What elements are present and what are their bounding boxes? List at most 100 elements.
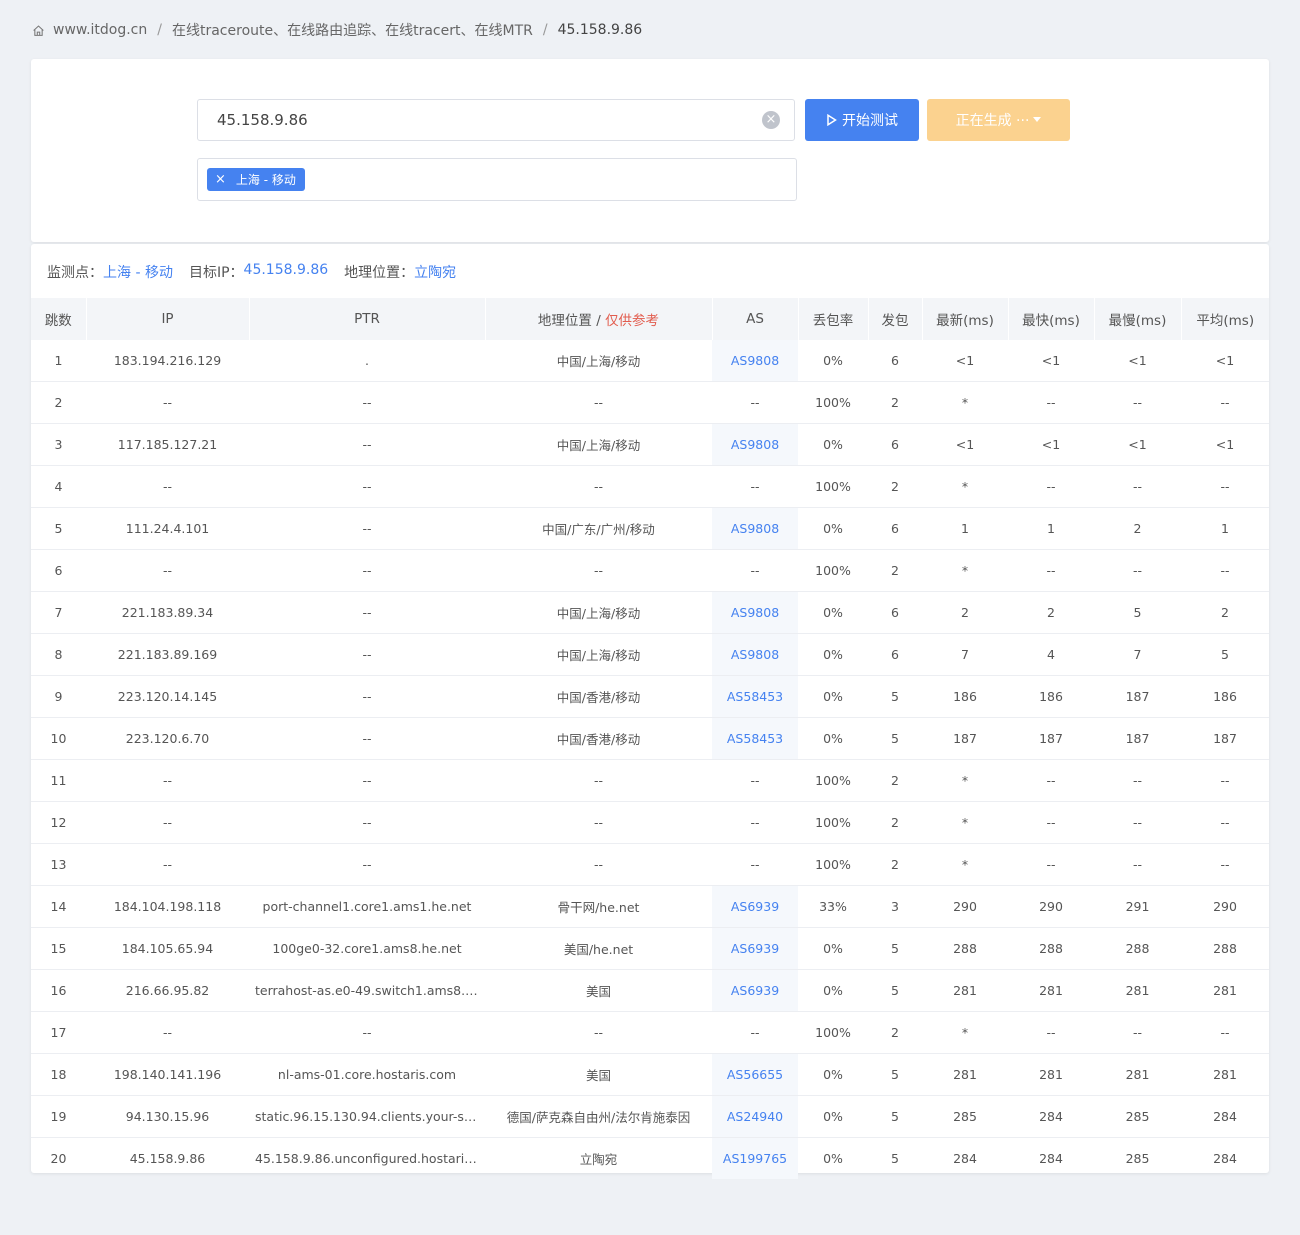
cell-as[interactable]: AS24940 [712, 1095, 798, 1138]
cell-loss: 0% [798, 1053, 868, 1096]
cell-worst: -- [1094, 759, 1181, 802]
cell-ptr: -- [249, 465, 485, 508]
cell-avg: -- [1181, 465, 1269, 508]
cell-as[interactable]: AS9808 [712, 633, 798, 676]
cell-avg: 2 [1181, 591, 1269, 634]
cell-sent: 5 [868, 675, 922, 718]
cell-last: 285 [922, 1095, 1008, 1138]
home-icon [33, 24, 44, 36]
cell-sent: 2 [868, 759, 922, 802]
cell-as: -- [712, 465, 798, 508]
cell-last: 1 [922, 507, 1008, 550]
cell-best: 288 [1008, 927, 1094, 970]
breadcrumb-current: 45.158.9.86 [557, 22, 643, 38]
cell-best: 4 [1008, 633, 1094, 676]
cell-as[interactable]: AS6939 [712, 927, 798, 970]
cell-as[interactable]: AS199765 [712, 1137, 798, 1179]
cell-worst: 2 [1094, 507, 1181, 550]
cell-last: 187 [922, 717, 1008, 760]
geo-value[interactable]: 立陶宛 [414, 262, 456, 282]
target-value[interactable]: 45.158.9.86 [244, 262, 329, 282]
cell-sent: 2 [868, 465, 922, 508]
cell-as[interactable]: AS58453 [712, 717, 798, 760]
cell-geo: -- [485, 549, 712, 592]
cell-loss: 100% [798, 549, 868, 592]
cell-as[interactable]: AS9808 [712, 591, 798, 634]
cell-ip: 198.140.141.196 [86, 1053, 249, 1096]
cell-as: -- [712, 759, 798, 802]
cell-ptr: -- [249, 507, 485, 550]
query-panel: 45.158.9.86 × 开始测试 正在生成 ··· × 上海 - 移动 [31, 59, 1269, 242]
cell-ptr: 100ge0-32.core1.ams8.he.net [249, 927, 485, 970]
cell-best: 284 [1008, 1095, 1094, 1138]
cell-geo: 中国/广东/广州/移动 [485, 507, 712, 550]
cell-ptr: nl-ams-01.core.hostaris.com [249, 1053, 485, 1096]
cell-sent: 6 [868, 633, 922, 676]
cell-avg: 290 [1181, 885, 1269, 928]
target-input[interactable]: 45.158.9.86 × [197, 99, 795, 141]
cell-avg: 284 [1213, 1151, 1237, 1166]
cell-ip: 223.120.14.145 [86, 675, 249, 718]
monitor-label: 监测点： [47, 265, 103, 281]
cell-hop: 14 [31, 885, 86, 928]
cell-hop: 16 [31, 969, 86, 1012]
cell-ip: 94.130.15.96 [86, 1095, 249, 1138]
cell-as[interactable]: AS6939 [712, 969, 798, 1012]
cell-as: -- [712, 1011, 798, 1054]
cell-last: * [922, 549, 1008, 592]
cell-sent: 5 [868, 1053, 922, 1096]
cell-best: 2 [1008, 591, 1094, 634]
cell-sent: 5 [891, 1151, 899, 1166]
cell-last: * [922, 843, 1008, 886]
cell-sent: 5 [868, 969, 922, 1012]
cell-ptr: -- [249, 843, 485, 886]
result-panel: 监测点： 上海 - 移动 目标IP： 45.158.9.86 地理位置： 立陶宛… [31, 244, 1269, 1179]
cell-best: 187 [1008, 717, 1094, 760]
play-icon [827, 114, 837, 126]
cell-as: -- [712, 801, 798, 844]
cell-best: -- [1008, 465, 1094, 508]
cell-hop: 5 [31, 507, 86, 550]
table-body: 1 183.194.216.129. 中国/上海/移动 AS9808 0% 6 <1 <1 <1… [31, 340, 1269, 1179]
start-test-button[interactable]: 开始测试 [805, 99, 919, 141]
generating-button[interactable]: 正在生成 ··· [927, 99, 1070, 141]
cell-loss: 0% [798, 969, 868, 1012]
cell-ip: -- [86, 381, 249, 424]
cell-hop: 19 [31, 1095, 86, 1138]
cell-worst: -- [1094, 843, 1181, 886]
close-icon[interactable]: × [215, 172, 226, 187]
col-last: 最新(ms) [922, 298, 1009, 340]
cell-loss: 100% [798, 465, 868, 508]
cell-ip: -- [86, 549, 249, 592]
cell-as[interactable]: AS58453 [712, 675, 798, 718]
cell-best: -- [1008, 801, 1094, 844]
clear-icon[interactable]: × [762, 111, 780, 129]
table-row: 3 117.185.127.21 -- 中国/上海/移动 AS9808 0% 6 <1 <1 <1… [31, 423, 1269, 466]
cell-best: -- [1008, 843, 1094, 886]
cell-ptr: -- [249, 633, 485, 676]
cell-as[interactable]: AS9808 [712, 340, 798, 382]
cell-avg: 284 [1181, 1095, 1269, 1138]
col-geo-note: 仅供参考 [605, 313, 660, 329]
cell-loss: 0% [798, 423, 868, 466]
cell-worst: 285 [1125, 1151, 1150, 1166]
cell-ip: -- [86, 465, 249, 508]
cell-as[interactable]: AS9808 [712, 423, 798, 466]
col-worst: 最慢(ms) [1094, 298, 1182, 340]
cell-worst: 5 [1094, 591, 1181, 634]
cell-ptr: terrahost-as.e0-49.switch1.ams8.he.... [249, 969, 485, 1012]
breadcrumb-tool-link[interactable]: 在线traceroute、在线路由追踪、在线tracert、在线MTR [172, 20, 533, 40]
cell-geo: 美国 [485, 1053, 712, 1096]
monitor-value[interactable]: 上海 - 移动 [103, 262, 173, 282]
col-geo-sep: / [591, 313, 606, 329]
breadcrumb-separator: / [157, 22, 162, 38]
breadcrumb-home-link[interactable]: www.itdog.cn [53, 22, 147, 38]
cell-geo: 德国/萨克森自由州/法尔肯施泰因 [485, 1095, 712, 1138]
cell-as[interactable]: AS6939 [712, 885, 798, 928]
cell-as[interactable]: AS56655 [712, 1053, 798, 1096]
node-select[interactable]: × 上海 - 移动 [197, 158, 797, 201]
cell-as[interactable]: AS9808 [712, 507, 798, 550]
cell-avg: 186 [1181, 675, 1269, 718]
cell-loss: 0% [798, 717, 868, 760]
target-input-value: 45.158.9.86 [217, 111, 308, 129]
